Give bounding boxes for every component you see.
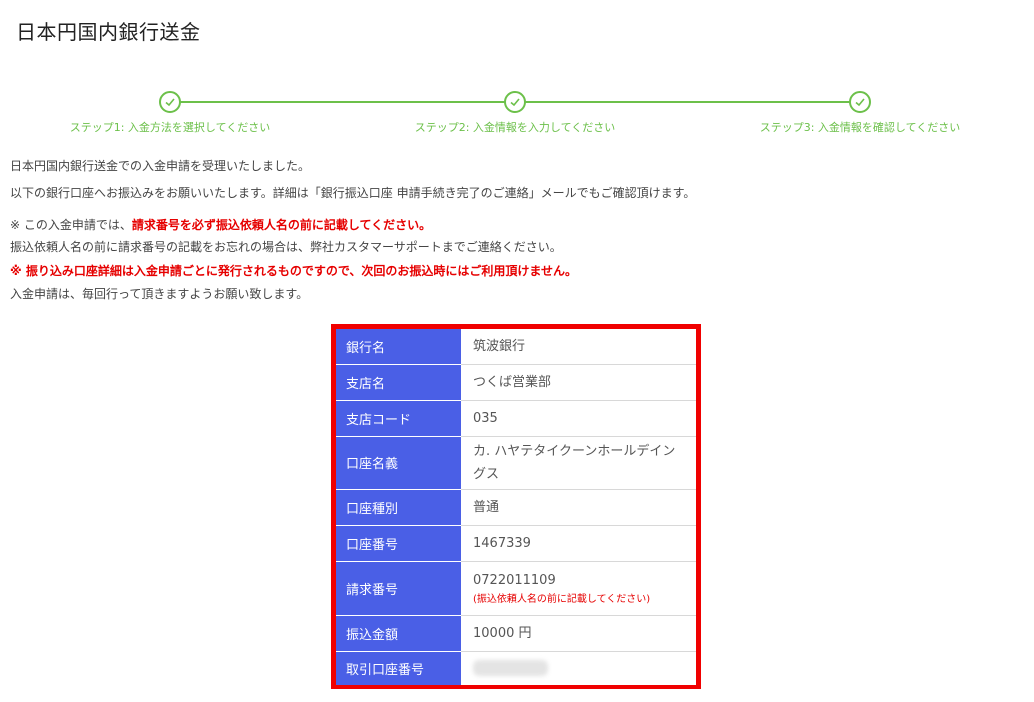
table-row: 口座種別 普通 [336,489,696,526]
branch-code-label: 支店コード [336,400,461,437]
account-holder-value: カ. ハヤテタイクーンホールデイン グス [461,436,696,490]
check-icon [159,91,181,113]
table-row: 取引口座番号 [336,651,696,685]
support-message: 振込依頼人名の前に請求番号の記載をお忘れの場合は、弊社カスタマーサポートまでご連… [10,240,562,254]
notice-emphasis: 請求番号を必ず振込依頼人名の前に記載してください。 [131,218,432,232]
account-holder-line-2: グス [473,466,500,482]
progress-stepper: ステップ1: 入金方法を選択してください ステップ2: 入金情報を入力してくださ… [0,90,1034,140]
notice-prefix: ※ この入金申請では、 [10,218,132,232]
bank-name-label: 銀行名 [336,329,461,365]
table-row: 請求番号 0722011109 (振込依頼人名の前に記載してください) [336,561,696,616]
table-row: 振込金額 10000 円 [336,615,696,652]
branch-name-label: 支店名 [336,364,461,401]
invoice-number-note: (振込依頼人名の前に記載してください) [473,593,651,605]
step-2-label: ステップ2: 入金情報を入力してください [414,121,616,134]
transfer-amount-value: 10000 円 [461,615,696,652]
account-holder-line-1: カ. ハヤテタイクーンホールデイン [473,443,676,459]
table-row: 口座番号 1467339 [336,525,696,562]
step-2: ステップ2: 入金情報を入力してください [385,90,645,135]
check-icon [849,91,871,113]
account-type-label: 口座種別 [336,489,461,526]
step-3-label: ステップ3: 入金情報を確認してください [759,121,961,134]
bank-details-box: 銀行名 筑波銀行 支店名 つくば営業部 支店コード 035 口座名義 カ. ハヤ… [331,324,701,689]
page-title: 日本円国内銀行送金 [16,20,201,44]
table-row: 支店名 つくば営業部 [336,364,696,401]
invoice-number: 0722011109 [473,572,556,588]
trading-account-number-label: 取引口座番号 [336,651,461,685]
request-every-time-message: 入金申請は、毎回行って頂きますようお願い致します。 [10,287,309,301]
table-row: 銀行名 筑波銀行 [336,329,696,365]
invoice-number-value: 0722011109 (振込依頼人名の前に記載してください) [461,561,696,616]
account-warning: ※ 振り込み口座詳細は入金申請ごとに発行されるものですので、次回のお振込時にはご… [10,264,578,278]
masked-account-number [473,660,548,677]
transfer-instruction: 以下の銀行口座へお振込みをお願いいたします。詳細は「銀行振込口座 申請手続き完了… [10,186,696,200]
account-holder-label: 口座名義 [336,436,461,490]
accepted-message: 日本円国内銀行送金での入金申請を受理いたしました。 [10,159,311,173]
branch-name-value: つくば営業部 [461,364,696,401]
branch-code-value: 035 [461,400,696,437]
account-number-value: 1467339 [461,525,696,562]
bank-details-table: 銀行名 筑波銀行 支店名 つくば営業部 支店コード 035 口座名義 カ. ハヤ… [336,329,696,685]
step-1: ステップ1: 入金方法を選択してください [40,90,300,135]
check-icon [504,91,526,113]
account-type-value: 普通 [461,489,696,526]
step-3: ステップ3: 入金情報を確認してください [730,90,990,135]
bank-name-value: 筑波銀行 [461,329,696,365]
invoice-number-label: 請求番号 [336,561,461,616]
account-number-label: 口座番号 [336,525,461,562]
table-row: 口座名義 カ. ハヤテタイクーンホールデイン グス [336,436,696,490]
transfer-amount-label: 振込金額 [336,615,461,652]
trading-account-number-value [461,651,696,685]
notice-line: ※ この入金申請では、請求番号を必ず振込依頼人名の前に記載してください。 [10,216,431,233]
step-1-label: ステップ1: 入金方法を選択してください [69,121,271,134]
table-row: 支店コード 035 [336,400,696,437]
